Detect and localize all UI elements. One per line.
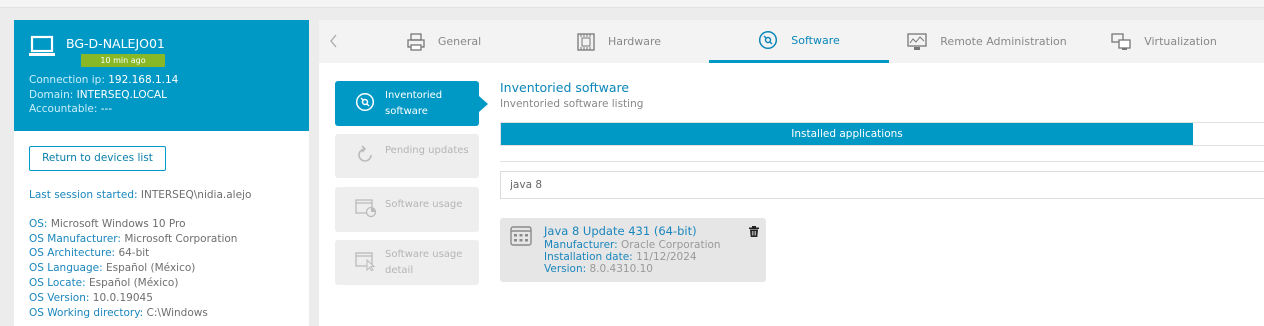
chip-icon (577, 32, 595, 51)
software-item-card[interactable]: Java 8 Update 431 (64-bit) Manufacturer:… (500, 218, 766, 282)
device-name: BG-D-NALEJO01 (66, 36, 165, 51)
remote-screen-icon (907, 32, 927, 51)
last-session-label: Last session started: (29, 189, 138, 201)
os-locate-label: OS Locate: (29, 276, 86, 289)
tab-hardware-label: Hardware (607, 35, 662, 48)
tab-software[interactable]: Software (709, 20, 889, 63)
os-working-dir-label: OS Working directory: (29, 306, 144, 319)
sidebar-item-software-usage-detail[interactable]: Software usage detail (335, 240, 479, 285)
tab-bar: General Hardware Software Remote Adminis… (319, 20, 1264, 63)
device-details: Last session started: INTERSEQ\nidia.ale… (29, 188, 251, 320)
main-content: Inventoried software Pending updates Sof… (319, 63, 1264, 326)
installed-applications-bar: Installed applications (500, 122, 1264, 146)
device-details-panel: Return to devices list Last session star… (14, 131, 309, 326)
section-subtitle: Inventoried software listing (500, 98, 644, 110)
os-version-value: 10.0.19045 (92, 291, 153, 304)
sidebar-item-label: Software usage (385, 199, 463, 210)
manufacturer-value: Oracle Corporation (621, 239, 721, 251)
device-card: BG-D-NALEJO01 10 min ago Connection ip: … (14, 20, 309, 131)
progress-label: Installed applications (791, 128, 903, 140)
tab-general[interactable]: General (359, 20, 529, 63)
divider (500, 161, 1264, 162)
sidebar-item-pending-updates[interactable]: Pending updates (335, 134, 479, 178)
installation-date-label: Installation date: (544, 251, 633, 263)
os-language-value: Español (México) (105, 262, 196, 275)
virtual-monitors-icon (1111, 32, 1131, 51)
installation-date-value: 11/12/2024 (636, 251, 697, 263)
os-working-dir-value: C:\Windows (146, 306, 208, 319)
tab-virtualization[interactable]: Virtualization (1094, 20, 1234, 63)
os-locate-value: Español (México) (89, 276, 179, 289)
application-window-icon (510, 226, 532, 249)
sidebar-item-label: Pending updates (385, 145, 469, 156)
tab-software-label: Software (791, 33, 840, 47)
sidebar-item-label: Inventoried software (385, 89, 443, 117)
connection-ip: 192.168.1.14 (108, 74, 179, 86)
trash-icon[interactable] (749, 226, 759, 240)
sidebar-item-label: Software usage detail (385, 248, 463, 276)
disc-icon (758, 30, 778, 50)
tab-remote-administration[interactable]: Remote Administration (897, 20, 1077, 63)
domain-value: INTERSEQ.LOCAL (76, 88, 167, 101)
refresh-icon (355, 144, 375, 168)
chevron-left-icon[interactable] (329, 33, 339, 53)
connection-ip-label: Connection ip: (29, 74, 105, 86)
os-label: OS: (29, 217, 48, 230)
search-input[interactable] (500, 171, 1264, 199)
window-chart-icon (355, 198, 377, 221)
os-architecture-value: 64-bit (118, 247, 150, 260)
tab-general-label: General (437, 35, 482, 48)
os-value: Microsoft Windows 10 Pro (50, 217, 186, 230)
section-title: Inventoried software (500, 80, 630, 95)
printer-icon (407, 32, 425, 51)
sidebar-item-software-usage[interactable]: Software usage (335, 187, 479, 232)
version-value: 8.0.4310.10 (589, 263, 653, 275)
last-seen-badge: 10 min ago (81, 54, 165, 67)
accountable-value: --- (100, 103, 113, 115)
os-manufacturer-label: OS Manufacturer: (29, 232, 121, 245)
sidebar-item-inventoried-software[interactable]: Inventoried software (335, 81, 488, 126)
laptop-icon (29, 35, 57, 62)
device-info: Connection ip: 192.168.1.14 Domain: INTE… (29, 73, 178, 117)
version-label: Version: (544, 263, 587, 275)
accountable-label: Accountable: (29, 103, 98, 115)
os-version-label: OS Version: (29, 291, 90, 304)
manufacturer-label: Manufacturer: (544, 239, 618, 251)
tab-virtualization-label: Virtualization (1144, 35, 1217, 48)
domain-label: Domain: (29, 88, 74, 101)
tab-remote-administration-label: Remote Administration (940, 35, 1067, 48)
tab-hardware[interactable]: Hardware (534, 20, 704, 63)
software-name[interactable]: Java 8 Update 431 (64-bit) (544, 224, 697, 238)
last-session-value: INTERSEQ\nidia.alejo (140, 189, 252, 201)
return-to-devices-button[interactable]: Return to devices list (29, 146, 166, 171)
os-manufacturer-value: Microsoft Corporation (124, 232, 238, 245)
window-pointer-icon (355, 251, 377, 274)
top-strip (0, 0, 1264, 8)
disc-icon (355, 92, 375, 115)
os-language-label: OS Language: (29, 262, 103, 275)
os-architecture-label: OS Architecture: (29, 247, 116, 260)
